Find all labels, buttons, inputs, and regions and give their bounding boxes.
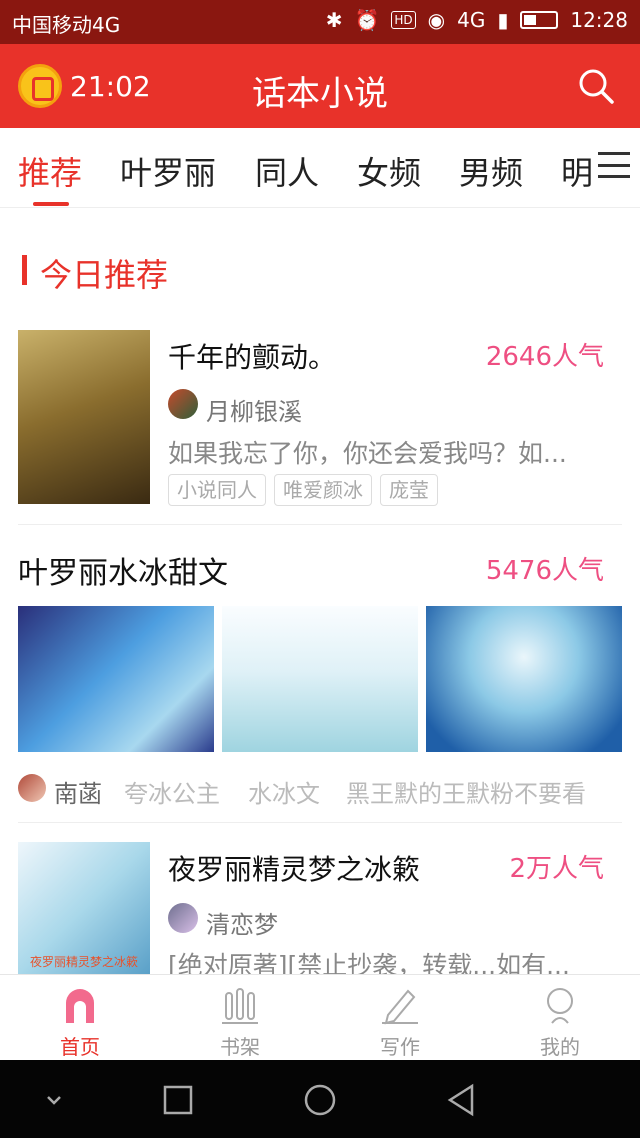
author-name[interactable]: 清恋梦 [206,905,278,940]
status-icons: ✱ ⏰ HD ◉ 4G ▮ 12:28 [326,8,628,32]
nav-home[interactable]: 首页 [0,975,160,1061]
bottom-navigation: 首页 书架 写作 我的 [0,974,640,1060]
collection-image[interactable] [426,606,622,752]
popularity-count: 5476人气 [485,556,604,586]
nav-label: 书架 [220,1035,260,1059]
tag-item[interactable]: 夸冰公主 [124,774,220,809]
tab-female[interactable]: 女频 [357,148,421,194]
profile-icon [547,988,573,1024]
active-tab-indicator [33,202,69,206]
book-description: 如果我忘了你，你还会爱我吗？如... [168,439,567,468]
search-icon[interactable] [578,68,614,104]
cover-caption: 夜罗丽精灵梦之冰簌 [29,955,138,969]
home-icon [66,989,94,1023]
author-avatar[interactable] [168,389,198,419]
recent-apps-icon[interactable] [160,1082,196,1118]
network-label: 4G [457,8,486,32]
pencil-icon [382,989,418,1025]
section-title: 今日推荐 [40,256,169,294]
tag-item[interactable]: 水冰文 [248,774,320,809]
nav-label: 首页 [60,1035,100,1059]
nav-write[interactable]: 写作 [320,975,480,1061]
tag-list: 小说同人 唯爱颜冰 庞莹 [168,474,438,506]
author-avatar[interactable] [18,774,46,802]
collection-title[interactable]: 叶罗丽水冰甜文 [18,548,228,592]
app-title: 话本小说 [252,74,388,114]
bluetooth-icon: ✱ [325,8,343,32]
divider [18,524,622,525]
tag-item[interactable]: 小说同人 [168,474,266,506]
alarm-icon: ⏰ [354,8,380,32]
status-bar: 中国移动4G ✱ ⏰ HD ◉ 4G ▮ 12:28 [0,0,640,44]
home-button-icon[interactable] [302,1082,338,1118]
book-title[interactable]: 千年的颤动。 [168,336,336,376]
author-name[interactable]: 月柳银溪 [206,392,302,427]
section-marker [22,255,27,285]
divider [18,822,622,823]
scrolled-category-row: ▔▔ ▔▔ ▔▔ ▔▔ [0,208,640,220]
author-avatar[interactable] [168,903,198,933]
author-name[interactable]: 南菡 [54,774,102,809]
book-title[interactable]: 夜罗丽精灵梦之冰簌 [168,848,420,888]
book-description: [绝对原著][禁止抄袭，转载...如有... [168,951,570,974]
nav-profile[interactable]: 我的 [480,975,640,1061]
tab-recommend[interactable]: 推荐 [18,148,82,194]
book-cover-image[interactable]: 夜罗丽精灵梦之冰簌 [18,842,150,974]
battery-icon [520,11,559,29]
back-icon[interactable] [444,1082,480,1118]
tag-item[interactable]: 庞莹 [380,474,438,506]
tag-item[interactable]: 黑王默的王默粉不要看 [346,774,586,809]
collection-image[interactable] [222,606,418,752]
tag-item[interactable]: 唯爱颜冰 [274,474,372,506]
bookshelf-icon [222,988,258,1024]
nav-label: 我的 [540,1035,580,1059]
tab-male[interactable]: 男频 [459,148,523,194]
signal-icon: ▮ [497,8,509,32]
tab-fanfic[interactable]: 同人 [255,148,319,194]
nav-label: 写作 [380,1035,420,1059]
book-cover-image[interactable] [18,330,150,504]
category-tabs: 推荐 叶罗丽 同人 女频 男频 明 [0,128,640,208]
tab-yeluoli[interactable]: 叶罗丽 [120,148,216,194]
collection-image[interactable] [18,606,214,752]
tab-ming[interactable]: 明 [561,148,593,194]
system-navigation-bar [0,1060,640,1138]
popularity-count: 2646人气 [485,342,604,372]
menu-icon[interactable] [598,152,630,178]
nav-bookshelf[interactable]: 书架 [160,975,320,1061]
hd-icon: HD [391,11,416,29]
chevron-down-icon[interactable] [36,1082,72,1118]
carrier-label: 中国移动4G [12,13,121,37]
popularity-count: 2万人气 [509,854,604,884]
eye-icon: ◉ [427,8,446,32]
app-header: 21:02 话本小说 [0,44,640,128]
clock-label: 12:28 [570,8,628,32]
